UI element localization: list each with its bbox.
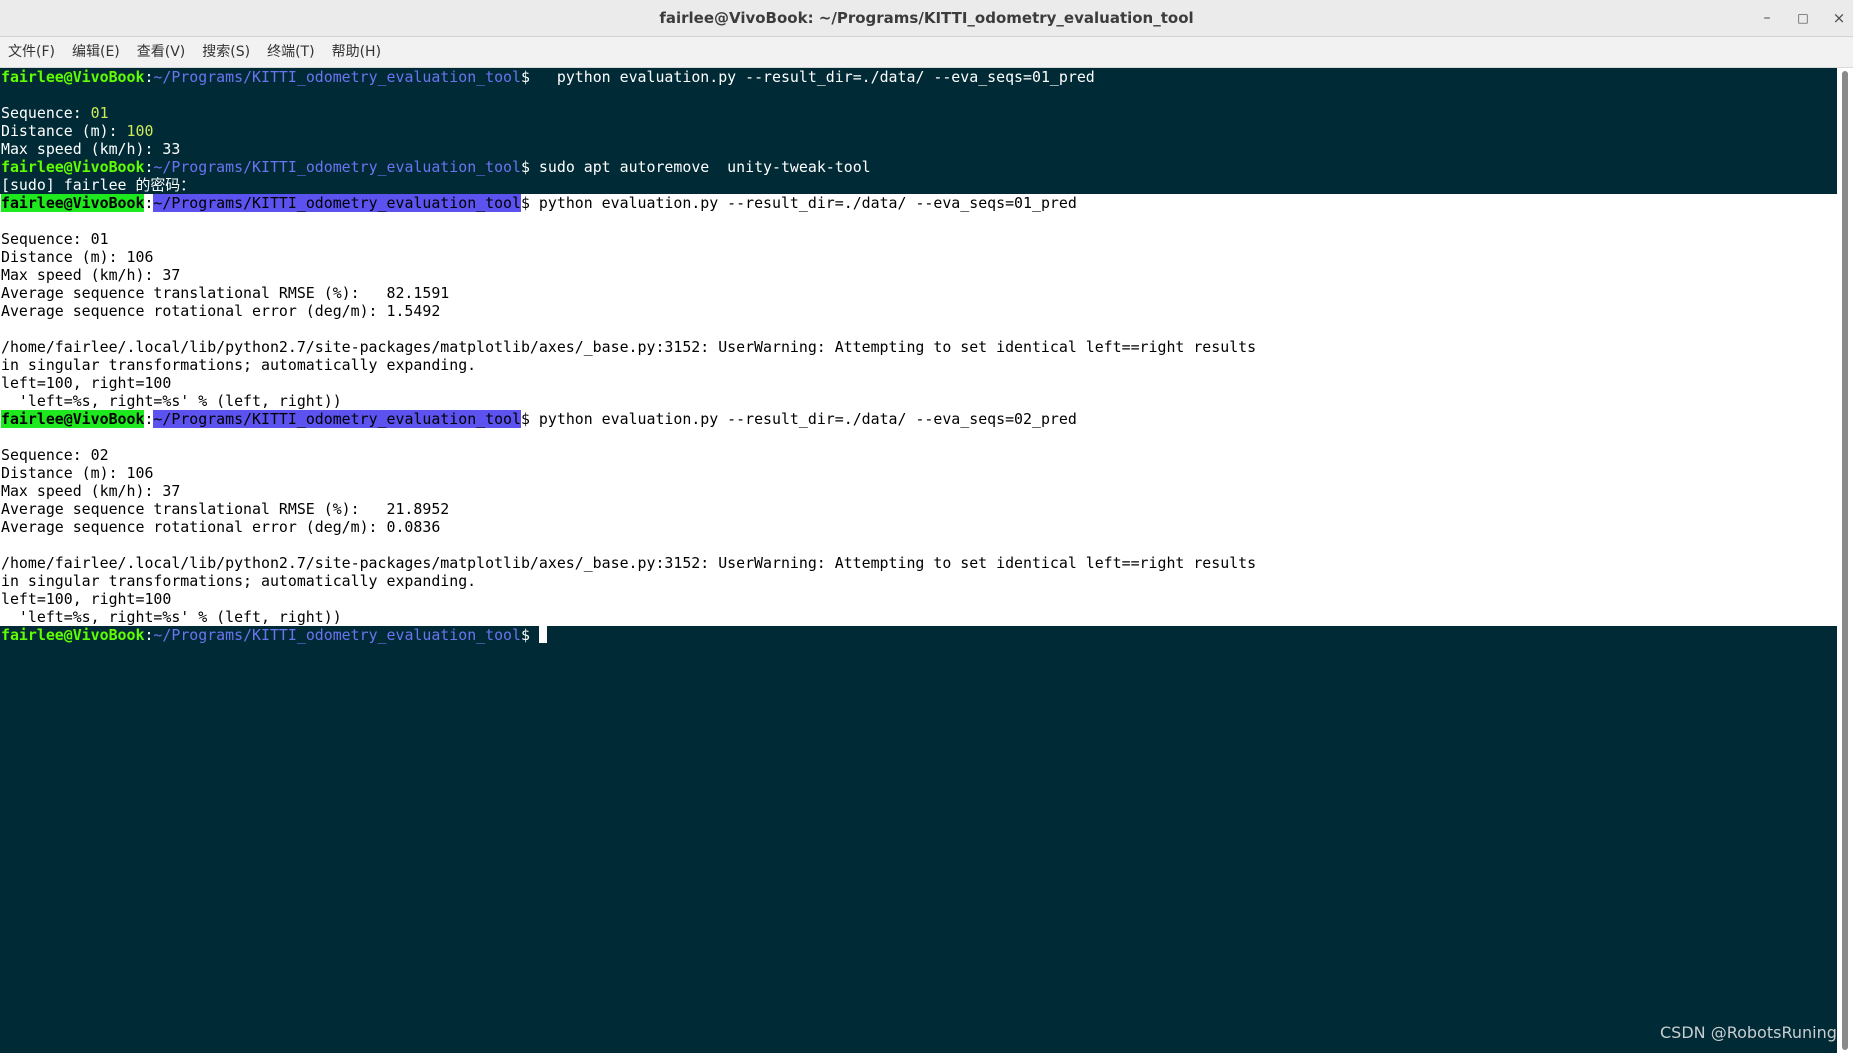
prompt-dollar: $	[520, 194, 530, 212]
output-line: Distance (m): 106	[1, 464, 154, 482]
window-title: fairlee@VivoBook: ~/Programs/KITTI_odome…	[659, 9, 1194, 27]
output-line: Sequence: 01	[1, 230, 109, 248]
output-line: left=100, right=100	[1, 590, 172, 608]
output-line: 'left=%s, right=%s' % (left, right))	[1, 392, 342, 410]
menu-file[interactable]: 文件(F)	[0, 37, 64, 68]
menu-view[interactable]: 查看(V)	[129, 37, 195, 68]
output-line: Max speed (km/h): 33	[0, 140, 1837, 158]
watermark: CSDN @RobotsRuning	[1660, 1023, 1837, 1042]
selected-region[interactable]: fairlee@VivoBook:~/Programs/KITTI_odomet…	[0, 194, 1837, 626]
output-label: Distance (m):	[1, 122, 127, 140]
prompt-user: fairlee@VivoBook	[1, 68, 145, 86]
output-line: Average sequence rotational error (deg/m…	[1, 518, 441, 536]
output-line: in singular transformations; automatical…	[1, 356, 477, 374]
prompt-user: fairlee@VivoBook	[1, 626, 145, 644]
output-line: Average sequence translational RMSE (%):…	[1, 500, 450, 518]
menu-search[interactable]: 搜索(S)	[194, 37, 259, 68]
output-line: Distance (m): 100	[0, 122, 1837, 140]
prompt-line: fairlee@VivoBook:~/Programs/KITTI_odomet…	[0, 68, 1837, 86]
close-icon[interactable]: ×	[1821, 0, 1853, 37]
output-value: 100	[126, 122, 154, 140]
sudo-password-line: [sudo] fairlee 的密码：	[0, 176, 1837, 194]
prompt-dollar: $	[520, 626, 530, 644]
output-value: 01	[90, 104, 109, 122]
prompt-dollar: $	[520, 158, 530, 176]
menu-edit[interactable]: 编辑(E)	[64, 37, 129, 68]
prompt-user: fairlee@VivoBook	[1, 194, 145, 212]
prompt-user: fairlee@VivoBook	[1, 410, 145, 428]
output-line: Max speed (km/h): 37	[1, 482, 181, 500]
output-line: /home/fairlee/.local/lib/python2.7/site-…	[1, 338, 1257, 356]
output-label: Sequence:	[1, 104, 91, 122]
output-line: in singular transformations; automatical…	[1, 572, 477, 590]
output-line: Sequence: 01	[0, 104, 1837, 122]
menu-help[interactable]: 帮助(H)	[324, 37, 390, 68]
maximize-icon[interactable]: □	[1785, 0, 1821, 37]
output-line: Average sequence rotational error (deg/m…	[1, 302, 441, 320]
title-bar: fairlee@VivoBook: ~/Programs/KITTI_odome…	[0, 0, 1853, 37]
command-text: python evaluation.py --result_dir=./data…	[529, 68, 1095, 86]
command-text: python evaluation.py --result_dir=./data…	[529, 194, 1077, 212]
prompt-line: fairlee@VivoBook:~/Programs/KITTI_odomet…	[0, 410, 1837, 428]
output-line: Sequence: 02	[1, 446, 109, 464]
prompt-dollar: $	[520, 68, 530, 86]
sudo-password-prompt: [sudo] fairlee 的密码：	[1, 176, 196, 194]
terminal-output[interactable]: fairlee@VivoBook:~/Programs/KITTI_odomet…	[0, 68, 1837, 1053]
prompt-path: ~/Programs/KITTI_odometry_evaluation_too…	[153, 626, 521, 644]
prompt-line: fairlee@VivoBook:~/Programs/KITTI_odomet…	[0, 626, 1837, 644]
menu-terminal[interactable]: 终端(T)	[259, 37, 323, 68]
output-value: 33	[162, 140, 181, 158]
text-cursor	[538, 626, 547, 643]
prompt-path: ~/Programs/KITTI_odometry_evaluation_too…	[153, 158, 521, 176]
command-text: sudo apt autoremove unity-tweak-tool	[529, 158, 871, 176]
prompt-path: ~/Programs/KITTI_odometry_evaluation_too…	[153, 410, 521, 428]
output-line: /home/fairlee/.local/lib/python2.7/site-…	[1, 554, 1257, 572]
prompt-path: ~/Programs/KITTI_odometry_evaluation_too…	[153, 68, 521, 86]
scrollbar[interactable]	[1837, 68, 1853, 1053]
output-line: Average sequence translational RMSE (%):…	[1, 284, 450, 302]
prompt-path: ~/Programs/KITTI_odometry_evaluation_too…	[153, 194, 521, 212]
output-line: Distance (m): 106	[1, 248, 154, 266]
prompt-line: fairlee@VivoBook:~/Programs/KITTI_odomet…	[0, 158, 1837, 176]
scrollbar-thumb[interactable]	[1842, 71, 1848, 1050]
output-line: left=100, right=100	[1, 374, 172, 392]
prompt-line: fairlee@VivoBook:~/Programs/KITTI_odomet…	[0, 194, 1837, 212]
command-text	[530, 626, 539, 644]
output-line: Max speed (km/h): 37	[1, 266, 181, 284]
command-text: python evaluation.py --result_dir=./data…	[529, 410, 1077, 428]
minimize-icon[interactable]: –	[1749, 0, 1785, 37]
output-line: 'left=%s, right=%s' % (left, right))	[1, 608, 342, 626]
menu-bar: 文件(F) 编辑(E) 查看(V) 搜索(S) 终端(T) 帮助(H)	[0, 37, 1853, 68]
prompt-user: fairlee@VivoBook	[1, 158, 145, 176]
prompt-dollar: $	[520, 410, 530, 428]
output-label: Max speed (km/h):	[1, 140, 163, 158]
